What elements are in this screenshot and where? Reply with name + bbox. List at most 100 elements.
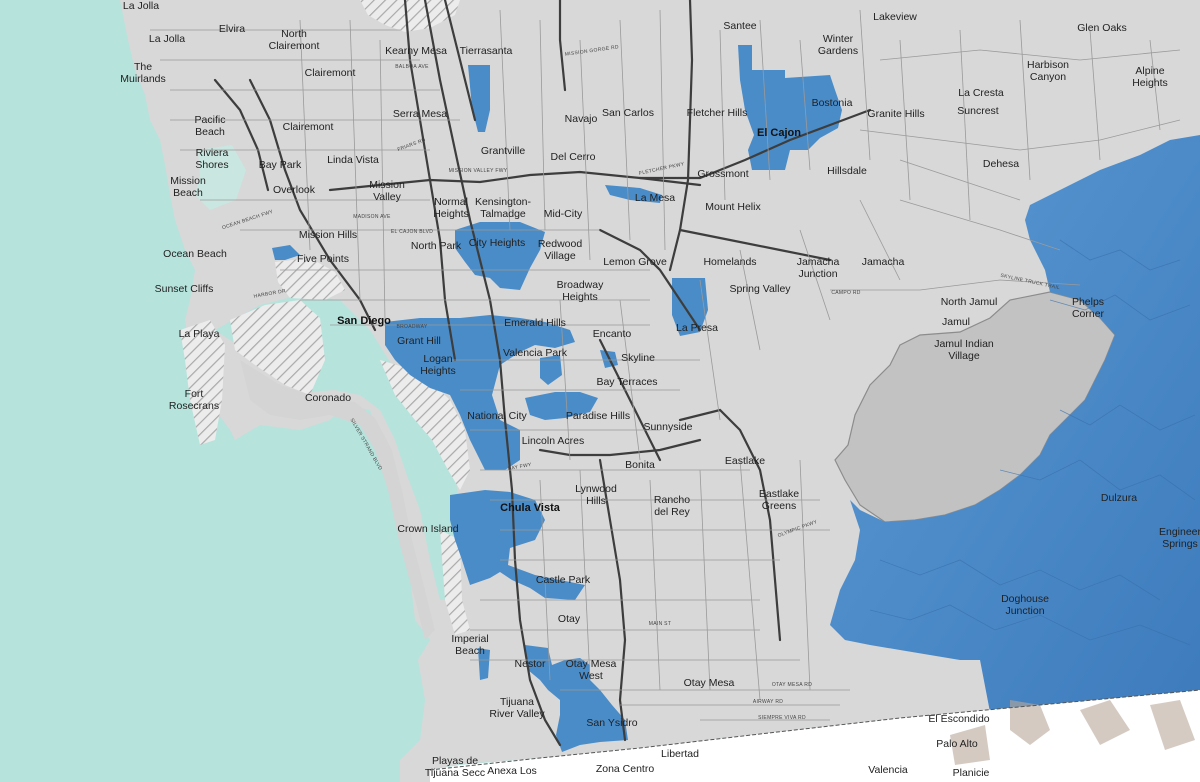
place-label: Kensington-Talmadge bbox=[475, 196, 532, 220]
place-label: Bonita bbox=[625, 459, 655, 471]
place-label: Bay Park bbox=[259, 159, 302, 171]
place-label: Playas de Tijuana Secc bbox=[425, 755, 485, 779]
place-label: La Mesa bbox=[635, 192, 675, 204]
place-label: San Diego bbox=[337, 315, 391, 327]
place-label: Mission Hills bbox=[299, 229, 357, 241]
place-label: North Park bbox=[411, 240, 462, 252]
road-label-campo-rd: CAMPO RD bbox=[831, 290, 860, 296]
place-label: Elvira bbox=[219, 23, 245, 35]
road-label-balboa-ave: BALBOA AVE bbox=[395, 64, 429, 70]
place-label: El Cajon bbox=[757, 127, 801, 139]
place-label: Chula Vista bbox=[500, 502, 561, 514]
place-label: Riviera Shores bbox=[195, 147, 228, 171]
place-label: Grant Hill bbox=[397, 335, 441, 347]
place-label: Ocean Beach bbox=[163, 248, 227, 260]
place-label: Linda Vista bbox=[327, 154, 379, 166]
place-label: Lemon Grove bbox=[603, 256, 667, 268]
place-label: Tierrasanta bbox=[460, 45, 513, 57]
place-label: Redwood Village bbox=[538, 238, 583, 262]
place-label: Glen Oaks bbox=[1077, 22, 1127, 34]
place-label: Jamacha bbox=[862, 256, 905, 268]
place-label: Pacific Beach bbox=[195, 114, 226, 138]
place-label: Planicie bbox=[953, 767, 990, 779]
place-label: Anexa Los bbox=[487, 765, 537, 777]
place-label: Overlook bbox=[273, 184, 316, 196]
place-label: Eastlake bbox=[725, 455, 765, 467]
place-label: La Jolla bbox=[123, 0, 159, 12]
place-label: Harbison Canyon bbox=[1027, 59, 1069, 83]
place-label: Winter Gardens bbox=[818, 33, 858, 57]
place-label: Skyline bbox=[621, 352, 655, 364]
place-label: Mid-City bbox=[544, 208, 583, 220]
place-label: Jamacha Junction bbox=[797, 256, 840, 280]
place-label: Homelands bbox=[703, 256, 756, 268]
place-label: Nestor bbox=[515, 658, 546, 670]
place-label: Normal Heights bbox=[433, 196, 469, 220]
place-label: Doghouse Junction bbox=[1001, 593, 1049, 617]
place-label: Phelps Corner bbox=[1072, 296, 1105, 320]
place-label: Mount Helix bbox=[705, 201, 761, 213]
place-label: Sunnyside bbox=[643, 421, 692, 433]
place-label: National City bbox=[467, 410, 527, 422]
place-label: Del Cerro bbox=[551, 151, 596, 163]
place-label: San Ysidro bbox=[586, 717, 637, 729]
place-label: La Presa bbox=[676, 322, 718, 334]
road-label-mission-valley-fwy: MISSION VALLEY FWY bbox=[449, 168, 508, 174]
place-label: Palo Alto bbox=[936, 738, 978, 750]
place-label: Imperial Beach bbox=[451, 633, 488, 657]
map-canvas[interactable]: BALBOA AVE MISSION GORGE RD FRIARS RD MI… bbox=[0, 0, 1200, 782]
place-label: North Jamul bbox=[941, 296, 998, 308]
place-label: City Heights bbox=[469, 237, 526, 249]
road-label-airway-rd: AIRWAY RD bbox=[753, 699, 783, 705]
place-label: Encanto bbox=[593, 328, 632, 340]
place-label: Castle Park bbox=[536, 574, 591, 586]
place-label: La Cresta bbox=[958, 87, 1004, 99]
place-label: Serra Mesa bbox=[393, 108, 447, 120]
place-label: Jamul bbox=[942, 316, 970, 328]
place-label: Sunset Cliffs bbox=[155, 283, 214, 295]
place-label: Lincoln Acres bbox=[522, 435, 584, 447]
place-label: Kearny Mesa bbox=[385, 45, 447, 57]
place-label: Navajo bbox=[565, 113, 598, 125]
place-label: Mission Valley bbox=[369, 179, 405, 203]
road-label-el-cajon-blvd: EL CAJON BLVD bbox=[391, 229, 433, 235]
place-label: Grantville bbox=[481, 145, 526, 157]
place-label: Dulzura bbox=[1101, 492, 1137, 504]
place-label: Broadway Heights bbox=[557, 279, 604, 303]
place-label: Bay Terraces bbox=[596, 376, 657, 388]
place-label: Granite Hills bbox=[867, 108, 924, 120]
place-label: Five Points bbox=[297, 253, 349, 265]
place-label: San Carlos bbox=[602, 107, 654, 119]
place-label: Logan Heights bbox=[420, 353, 456, 377]
place-label: Crown Island bbox=[397, 523, 458, 535]
place-label: Dehesa bbox=[983, 158, 1019, 170]
place-label: Hillsdale bbox=[827, 165, 867, 177]
place-label: Otay Mesa bbox=[684, 677, 735, 689]
place-label: Fletcher Hills bbox=[687, 107, 748, 119]
road-label-siempre-viva-rd: SIEMPRE VIVA RD bbox=[758, 715, 806, 721]
place-label: Spring Valley bbox=[729, 283, 791, 295]
place-label: Lakeview bbox=[873, 11, 917, 23]
place-label: Alpine Heights bbox=[1132, 65, 1168, 89]
place-label: Emerald Hills bbox=[504, 317, 566, 329]
place-label: Otay bbox=[558, 613, 581, 625]
place-label: Santee bbox=[723, 20, 756, 32]
road-label-otay-mesa-rd: OTAY MESA RD bbox=[772, 682, 812, 688]
road-label-broadway: BROADWAY bbox=[396, 324, 427, 330]
place-label: Zona Centro bbox=[596, 763, 655, 775]
place-label: Libertad bbox=[661, 748, 699, 760]
place-label: La Playa bbox=[179, 328, 220, 340]
place-label: Paradise Hills bbox=[566, 410, 630, 422]
road-label-madison-ave: MADISON AVE bbox=[353, 214, 391, 220]
place-label: Valencia Park bbox=[503, 347, 568, 359]
place-label: Grossmont bbox=[697, 168, 748, 180]
place-label: Bostonia bbox=[812, 97, 853, 109]
place-label: Coronado bbox=[305, 392, 351, 404]
place-label: Mission Beach bbox=[170, 175, 206, 199]
place-label: Engineer Springs bbox=[1159, 526, 1200, 550]
place-label: Eastlake Greens bbox=[759, 488, 799, 512]
place-label: La Jolla bbox=[149, 33, 185, 45]
place-label: Valencia bbox=[868, 764, 908, 776]
road-label-main-st: MAIN ST bbox=[649, 621, 671, 627]
place-label: Rancho del Rey bbox=[654, 494, 691, 518]
